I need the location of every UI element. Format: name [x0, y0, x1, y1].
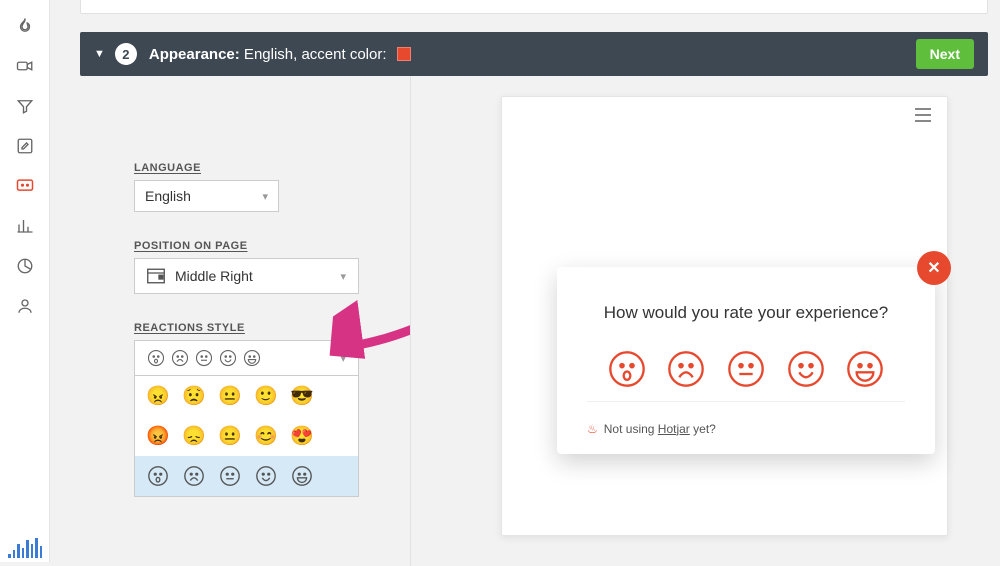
reactions-option-lego[interactable]: 😠 😟 😐 🙂 😎: [135, 376, 358, 416]
close-icon[interactable]: ✕: [917, 251, 951, 285]
accent-color-swatch[interactable]: [397, 47, 411, 61]
reaction-happy[interactable]: [786, 349, 826, 389]
step-title-bold: Appearance:: [149, 46, 240, 63]
position-label: Position on page: [134, 240, 382, 252]
face-grin-icon: 😎: [291, 385, 313, 407]
language-value: English: [145, 188, 191, 204]
face-sad-icon: [183, 465, 205, 487]
footer-text: Not using Hotjar yet?: [604, 422, 716, 436]
survey-footer: ♨ Not using Hotjar yet?: [587, 401, 905, 436]
face-grin-icon: 😍: [291, 425, 313, 447]
face-happy-icon: [219, 349, 237, 367]
reaction-neutral[interactable]: [726, 349, 766, 389]
next-button[interactable]: Next: [916, 39, 974, 69]
reaction-buttons: [587, 349, 905, 401]
step-title-rest: English, accent color:: [240, 46, 387, 63]
videocam-icon[interactable]: [3, 46, 47, 86]
reactions-option-outline[interactable]: [135, 456, 358, 496]
step-title: Appearance: English, accent color:: [149, 46, 411, 63]
preview-frame: ✕ How would you rate your experience? ♨ …: [501, 96, 948, 536]
face-neutral-icon: [195, 349, 213, 367]
pie-icon[interactable]: [3, 246, 47, 286]
face-neutral-icon: [219, 465, 241, 487]
face-grin-icon: [291, 465, 313, 487]
language-group: Language English ▾: [134, 162, 382, 212]
position-group: Position on page Middle Right ▾: [134, 240, 382, 294]
left-nav: [0, 0, 50, 562]
funnel-icon[interactable]: [3, 86, 47, 126]
face-angry-icon: [147, 349, 165, 367]
reactions-option-emoji[interactable]: 😡 😞 😐 😊 😍: [135, 416, 358, 456]
face-sad-icon: 😞: [183, 425, 205, 447]
step-header[interactable]: ▼ 2 Appearance: English, accent color: N…: [80, 32, 988, 76]
face-angry-icon: 😠: [147, 385, 169, 407]
language-label: Language: [134, 162, 382, 174]
hamburger-icon[interactable]: [913, 107, 933, 128]
hotjar-link[interactable]: Hotjar: [658, 422, 690, 436]
reactions-current: [147, 349, 261, 367]
reactions-dropdown: 😠 😟 😐 🙂 😎 😡 😞 😐 😊 😍: [134, 375, 359, 497]
flame-icon[interactable]: [3, 6, 47, 46]
flame-icon: ♨: [587, 422, 598, 436]
face-happy-icon: [255, 465, 277, 487]
face-neutral-icon: 😐: [219, 425, 241, 447]
face-grin-icon: [243, 349, 261, 367]
activity-sparkline-icon: [8, 538, 42, 558]
chevron-down-icon: ▼: [94, 48, 105, 60]
face-happy-icon: 🙂: [255, 385, 277, 407]
face-sad-icon: [171, 349, 189, 367]
reaction-grin[interactable]: [845, 349, 885, 389]
chevron-down-icon: ▾: [340, 270, 346, 283]
person-icon[interactable]: [3, 286, 47, 326]
reactions-select[interactable]: ▾: [134, 340, 359, 375]
reaction-angry[interactable]: [607, 349, 647, 389]
chevron-down-icon: ▾: [262, 190, 268, 203]
config-panel: Language English ▾ Position on page Midd…: [80, 76, 410, 566]
face-sad-icon: 😟: [183, 385, 205, 407]
workspace: Language English ▾ Position on page Midd…: [80, 76, 988, 566]
survey-card: ✕ How would you rate your experience? ♨ …: [557, 267, 935, 454]
edit-square-icon[interactable]: [3, 126, 47, 166]
preview-panel: ✕ How would you rate your experience? ♨ …: [410, 76, 988, 566]
face-neutral-icon: 😐: [219, 385, 241, 407]
reaction-sad[interactable]: [666, 349, 706, 389]
position-value: Middle Right: [175, 268, 253, 284]
previous-step-collapsed[interactable]: [80, 0, 988, 14]
language-select[interactable]: English ▾: [134, 180, 279, 212]
survey-question: How would you rate your experience?: [587, 301, 905, 325]
face-angry-icon: [147, 465, 169, 487]
main-area: ▼ 2 Appearance: English, accent color: N…: [80, 0, 988, 562]
survey-icon[interactable]: [3, 166, 47, 206]
position-select[interactable]: Middle Right ▾: [134, 258, 359, 294]
face-angry-icon: 😡: [147, 425, 169, 447]
face-happy-icon: 😊: [255, 425, 277, 447]
step-number: 2: [115, 43, 137, 65]
layout-icon: [147, 268, 165, 284]
bar-chart-icon[interactable]: [3, 206, 47, 246]
